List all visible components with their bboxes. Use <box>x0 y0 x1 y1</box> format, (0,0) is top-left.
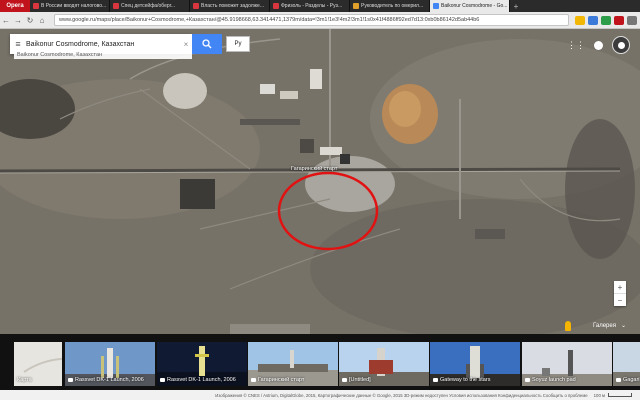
zoom-out-button[interactable]: − <box>614 294 626 306</box>
chevron-down-icon[interactable]: ⌄ <box>621 322 626 329</box>
photo-gallery: Галерея ⌄ Карта Rassvet DK-1 Launch, 2006… <box>0 323 640 390</box>
camera-icon <box>525 377 530 382</box>
gallery-thumbnail[interactable]: Gagari... <box>613 342 640 386</box>
download-icon[interactable] <box>627 15 637 25</box>
map-imagery <box>0 29 640 334</box>
thumbnail-caption: Gateway to the stars <box>433 377 490 383</box>
favicon-icon <box>113 3 119 9</box>
camera-icon <box>616 377 621 382</box>
gallery-thumbnail[interactable]: Rassvet DK-1 Launch, 2006 <box>65 342 155 386</box>
camera-icon <box>433 377 438 382</box>
gallery-thumbnail[interactable]: Soyuz launch pad <box>522 342 612 386</box>
camera-icon <box>160 377 165 382</box>
caption-text: Gateway to the stars <box>440 377 491 383</box>
scale-label: 100 м <box>593 392 605 398</box>
address-bar-row: ← → ↻ ⌂ www.google.ru/maps/place/Baikonu… <box>0 12 640 29</box>
notifications-icon[interactable] <box>594 40 603 50</box>
caption-text: [Untitled] <box>349 377 371 383</box>
thumbnail-caption: Rassvet DK-1 Launch, 2006 <box>68 377 144 383</box>
caption-text: Gagari... <box>623 377 640 383</box>
gallery-thumbnail[interactable]: Карта <box>14 342 62 386</box>
close-icon[interactable]: × <box>180 40 192 49</box>
place-label[interactable]: Гагаринский старт <box>291 166 337 172</box>
reload-icon[interactable]: ↻ <box>24 16 36 25</box>
thumbnail-caption: [Untitled] <box>342 377 371 383</box>
caption-text: Карта <box>17 377 32 383</box>
search-input[interactable]: Baikonur Cosmodrome, Казахстан <box>26 41 180 48</box>
favicon-icon <box>33 3 39 9</box>
gallery-header[interactable]: Галерея ⌄ <box>592 322 626 330</box>
extension-icon-2[interactable] <box>601 15 611 25</box>
language-selector[interactable]: Ру <box>226 36 250 52</box>
gallery-thumbnail[interactable]: Gateway to the stars <box>430 342 520 386</box>
bookmark-icon[interactable] <box>575 15 585 25</box>
tab-label: Фризоль - Разделы - Руз... <box>281 3 343 9</box>
opera-menu-button[interactable]: Opera <box>0 0 30 12</box>
caption-text: Soyuz launch pad <box>532 377 576 383</box>
search-suggestion[interactable]: Baikonur Cosmodrome, Казахстан <box>14 51 192 59</box>
caption-text: Rassvet DK-1 Launch, 2006 <box>75 377 144 383</box>
tab-label: В России вводят налогово... <box>41 3 107 9</box>
search-icon <box>202 39 212 49</box>
zoom-controls: + − <box>614 281 626 306</box>
browser-tab[interactable]: Baikonur Cosmodrome - Go... <box>430 0 510 12</box>
tab-label: Руководитель по омерил... <box>361 3 424 9</box>
gallery-thumbnail[interactable]: [Untitled] <box>339 342 429 386</box>
gallery-label: Галерея <box>592 322 616 329</box>
browser-tab[interactable]: В России вводят налогово... <box>30 0 110 12</box>
browser-tab[interactable]: Спец детсейфа/оберг... <box>110 0 190 12</box>
menu-icon[interactable]: ≡ <box>10 39 26 49</box>
satellite-map[interactable] <box>0 29 640 334</box>
new-tab-button[interactable]: + <box>510 0 522 12</box>
thumbnail-caption: Гагаринский старт <box>251 377 304 383</box>
browser-tab[interactable]: Власть поможет задолже... <box>190 0 270 12</box>
caption-text: Rassvet DK-1 Launch, 2006 <box>167 377 236 383</box>
tab-label: Власть поможет задолже... <box>201 3 264 9</box>
thumbnail-caption: Soyuz launch pad <box>525 377 576 383</box>
home-icon[interactable]: ⌂ <box>36 16 48 25</box>
camera-icon <box>251 377 256 382</box>
street-view-pegman-icon[interactable] <box>565 321 571 331</box>
tab-label: Спец детсейфа/оберг... <box>121 3 176 9</box>
camera-icon <box>68 377 73 382</box>
tab-label: Baikonur Cosmodrome - Go... <box>441 3 508 9</box>
account-controls: ⋮⋮ <box>567 36 630 54</box>
avatar[interactable] <box>612 36 630 54</box>
browser-tabbar: Opera В России вводят налогово... Спец де… <box>0 0 640 12</box>
extension-icon[interactable] <box>588 15 598 25</box>
back-icon[interactable]: ← <box>0 16 12 25</box>
favicon-icon <box>433 3 439 9</box>
apps-grid-icon[interactable]: ⋮⋮ <box>567 40 585 51</box>
thumbnail-caption: Карта <box>17 377 32 383</box>
url-field[interactable]: www.google.ru/maps/place/Baikonur+Cosmod… <box>54 14 569 26</box>
favicon-icon <box>273 3 279 9</box>
gallery-thumbnail[interactable]: Rassvet DK-1 Launch, 2006 <box>157 342 247 386</box>
thumbnail-caption: Rassvet DK-1 Launch, 2006 <box>160 377 236 383</box>
browser-tab[interactable]: Фризоль - Разделы - Руз... <box>270 0 350 12</box>
search-button[interactable] <box>192 34 222 54</box>
extension-icon-3[interactable] <box>614 15 624 25</box>
thumbnail-caption: Gagari... <box>616 377 640 383</box>
gallery-thumbnail[interactable]: Гагаринский старт <box>248 342 338 386</box>
map-footer: Изображения © CNES / Astrium, DigitalGlo… <box>0 390 640 400</box>
attribution-text: Изображения © CNES / Astrium, DigitalGlo… <box>215 392 588 398</box>
favicon-icon <box>353 3 359 9</box>
forward-icon[interactable]: → <box>12 16 24 25</box>
favicon-icon <box>193 3 199 9</box>
caption-text: Гагаринский старт <box>258 377 305 383</box>
zoom-in-button[interactable]: + <box>614 281 626 293</box>
scale-bar <box>608 393 632 397</box>
camera-icon <box>342 377 347 382</box>
browser-tab[interactable]: Руководитель по омерил... <box>350 0 430 12</box>
